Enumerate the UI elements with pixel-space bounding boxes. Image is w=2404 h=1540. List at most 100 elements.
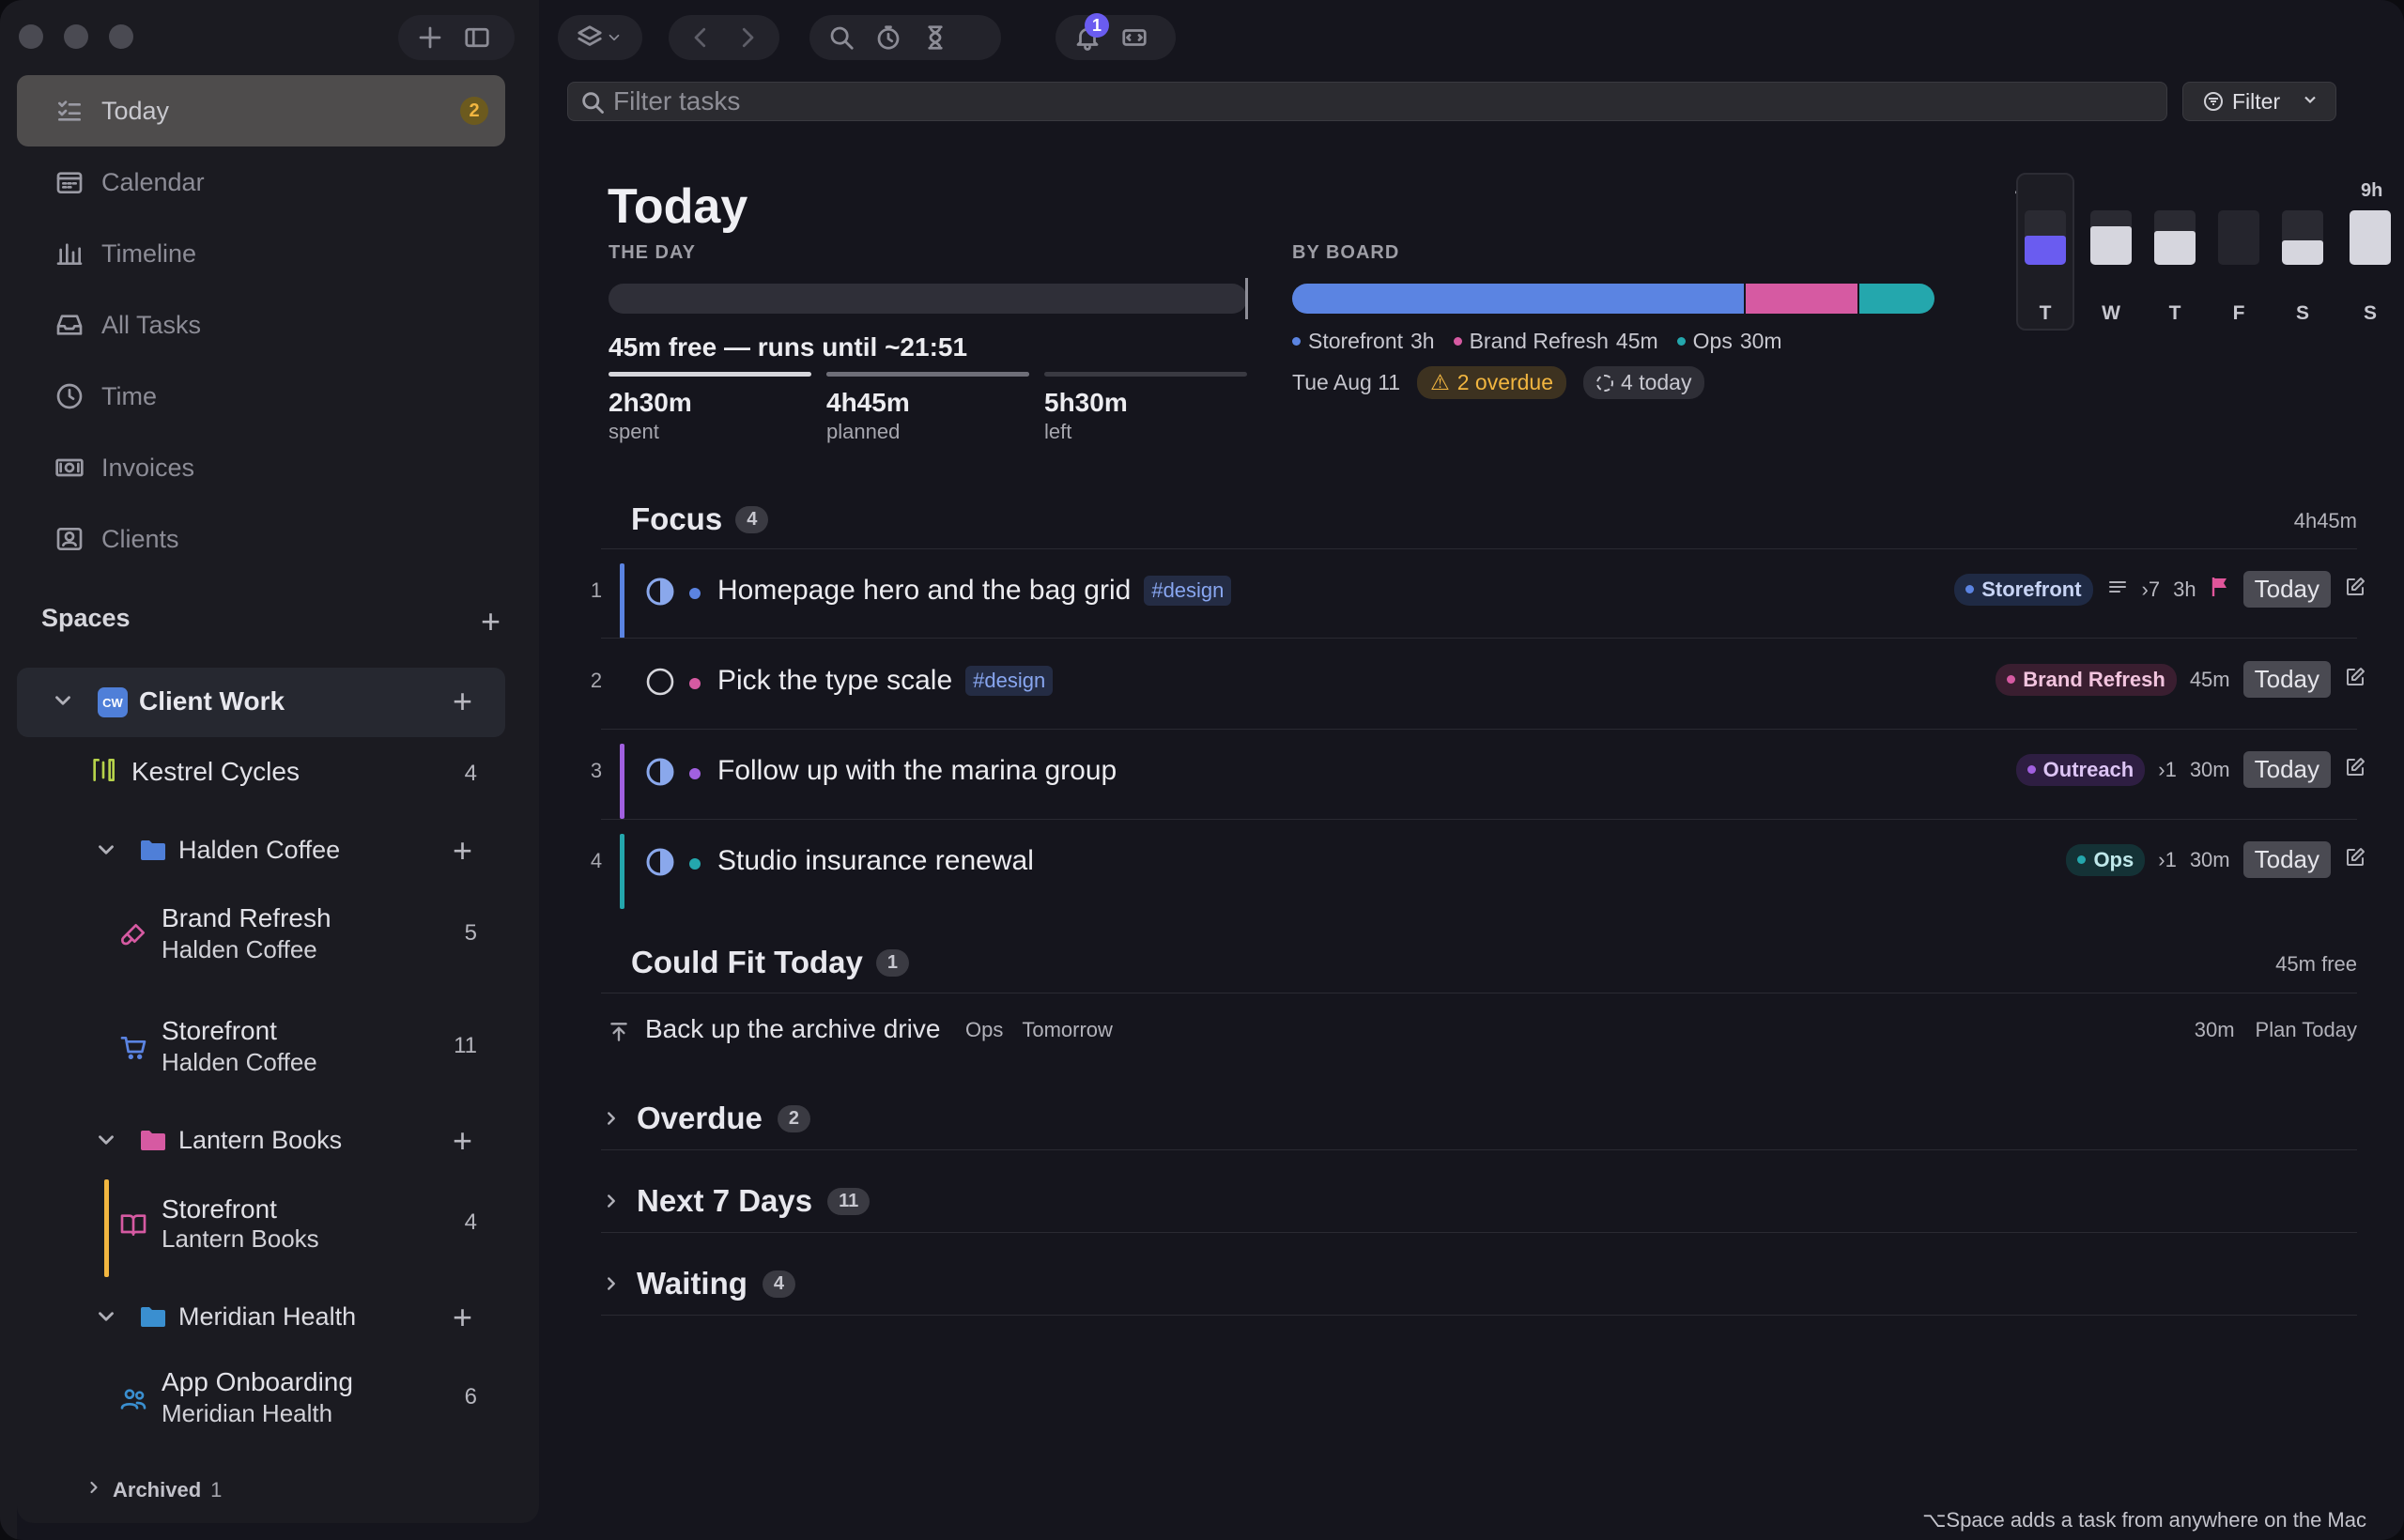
folder-name: Halden Coffee	[178, 836, 341, 864]
search-icon[interactable]	[821, 17, 862, 58]
edit-icon[interactable]	[2344, 576, 2366, 604]
day-load-fill	[2090, 226, 2132, 265]
divider	[601, 819, 2357, 820]
stat-label: left	[1044, 420, 1072, 443]
task-title[interactable]: Studio insurance renewal	[717, 845, 1034, 877]
board-chip[interactable]: Brand Refresh	[1996, 663, 2177, 696]
chevron-right-icon[interactable]	[85, 1478, 103, 1502]
next-7-days-section[interactable]: Next 7 Days 11	[601, 1183, 871, 1219]
sidebar-item-storefront-lantern[interactable]: Storefront Lantern Books 4	[17, 1179, 505, 1277]
waiting-section[interactable]: Waiting 4	[601, 1266, 796, 1301]
week-max-label: 9h	[2361, 180, 2383, 201]
hourglass-icon[interactable]	[915, 17, 956, 58]
open-book-icon	[118, 1209, 148, 1240]
task-row[interactable]: 2 Pick the type scale #design Brand Refre…	[582, 640, 2366, 729]
add-project-button[interactable]: +	[453, 685, 472, 718]
sidebar-item-calendar[interactable]: Calendar	[17, 146, 505, 218]
close-window-button[interactable]	[19, 24, 43, 49]
sidebar-item-kestrel-cycles[interactable]: Kestrel Cycles 4	[17, 751, 505, 793]
half-progress-circle-icon[interactable]	[645, 757, 675, 787]
half-progress-circle-icon[interactable]	[645, 847, 675, 877]
task-row[interactable]: 4 Studio insurance renewal Ops ›1 30m To…	[582, 821, 2366, 909]
sidebar-item-brand-refresh[interactable]: Brand Refresh Halden Coffee 5	[17, 901, 505, 967]
section-count: 11	[827, 1187, 871, 1215]
could-fit-task-row[interactable]: Back up the archive drive Ops Tomorrow 30…	[601, 1014, 2357, 1052]
when-button[interactable]: Today	[2242, 751, 2331, 788]
edit-icon[interactable]	[2344, 846, 2366, 874]
task-duration: 3h	[2173, 577, 2196, 601]
sidebar-item-app-onboarding[interactable]: App Onboarding Meridian Health 6	[17, 1365, 505, 1431]
day-load-bar	[2025, 210, 2066, 265]
sidebar-item-invoices[interactable]: Invoices	[17, 432, 505, 503]
sidebar-item-label: Invoices	[101, 453, 195, 482]
add-project-button[interactable]: +	[453, 834, 472, 868]
plan-today-button[interactable]: Plan Today	[2256, 1018, 2357, 1042]
chevron-down-icon[interactable]	[94, 1304, 118, 1333]
minimize-window-button[interactable]	[64, 24, 88, 49]
add-project-button[interactable]: +	[453, 1301, 472, 1334]
sidebar-item-label: Timeline	[101, 239, 197, 268]
overdue-section[interactable]: Overdue 2	[601, 1101, 811, 1136]
sidebar-item-all-tasks[interactable]: All Tasks	[17, 289, 505, 361]
forward-chevron-icon[interactable]	[727, 17, 768, 58]
day-progress-bar	[609, 284, 1247, 314]
chevron-down-icon[interactable]	[94, 838, 118, 867]
folder-halden-coffee[interactable]: Halden Coffee +	[17, 828, 505, 875]
date-row: Tue Aug 11 ⚠ 2 overdue 4 today	[1292, 366, 1705, 399]
task-tag[interactable]: #design	[1144, 576, 1232, 606]
when-button[interactable]: Today	[2242, 841, 2331, 878]
task-tag[interactable]: #design	[965, 666, 1054, 696]
edit-icon[interactable]	[2344, 756, 2366, 784]
day-letter: F	[2232, 302, 2245, 324]
when-button[interactable]: Today	[2242, 661, 2331, 698]
chevron-right-icon	[601, 1266, 622, 1301]
space-client-work[interactable]: CW Client Work +	[17, 668, 505, 737]
timer-icon[interactable]	[868, 17, 909, 58]
sidebar-item-label: Calendar	[101, 167, 205, 196]
board-chip-label: Outreach	[2042, 757, 2134, 781]
board-chip[interactable]: Ops	[2066, 843, 2146, 876]
arrow-to-top-icon[interactable]	[607, 1020, 631, 1051]
sidebar-item-clients[interactable]: Clients	[17, 503, 505, 575]
chevron-down-icon[interactable]	[94, 1128, 118, 1157]
flag-icon[interactable]	[2210, 576, 2230, 604]
folder-meridian-health[interactable]: Meridian Health +	[17, 1295, 505, 1342]
quick-add-hint: ⌥Space adds a task from anywhere on the …	[1922, 1508, 2366, 1532]
edit-icon[interactable]	[2344, 666, 2366, 694]
task-meta: Storefront ›7 3h Today	[1954, 571, 2366, 608]
sidebar-item-today[interactable]: Today 2	[17, 75, 505, 146]
add-space-button[interactable]: +	[481, 605, 501, 639]
board-legend: Storefront 3h Brand Refresh 45m Ops 30m	[1292, 329, 1782, 354]
chevron-down-icon[interactable]	[605, 17, 624, 58]
day-letter: W	[2102, 302, 2120, 324]
archived-section[interactable]: Archived 1	[90, 1478, 222, 1502]
task-title[interactable]: Follow up with the marina group	[717, 755, 1117, 787]
when-button[interactable]: Today	[2242, 571, 2331, 608]
today-pill[interactable]: 4 today	[1583, 366, 1705, 399]
task-row[interactable]: 1 Homepage hero and the bag grid #design …	[582, 550, 2366, 639]
filter-tasks-input[interactable]: Filter tasks	[567, 82, 2167, 121]
folder-lantern-books[interactable]: Lantern Books +	[17, 1118, 505, 1165]
empty-circle-icon[interactable]	[645, 667, 675, 697]
tray-icon	[54, 310, 85, 340]
task-row[interactable]: 3 Follow up with the marina group Outrea…	[582, 731, 2366, 819]
filter-button[interactable]: Filter	[2182, 82, 2336, 121]
sidebar-item-time[interactable]: Time	[17, 361, 505, 432]
task-title[interactable]: Homepage hero and the bag grid #design	[717, 575, 1232, 607]
back-chevron-icon[interactable]	[680, 17, 721, 58]
week-load-chart: 4h45m 9h TWTFSS	[2010, 173, 2391, 331]
chevron-right-icon	[601, 1183, 622, 1219]
add-project-button[interactable]: +	[453, 1124, 472, 1158]
overdue-pill[interactable]: ⚠ 2 overdue	[1417, 366, 1567, 399]
half-progress-circle-icon[interactable]	[645, 577, 675, 607]
zoom-window-button[interactable]	[109, 24, 133, 49]
chevron-down-icon[interactable]	[51, 688, 75, 717]
sidebar-toggle-icon[interactable]	[456, 17, 498, 58]
task-title[interactable]: Pick the type scale #design	[717, 665, 1054, 697]
board-chip[interactable]: Storefront	[1954, 573, 2093, 606]
sync-arrows-icon[interactable]	[1114, 17, 1155, 58]
board-chip[interactable]: Outreach	[2015, 753, 2146, 786]
sidebar-item-storefront-halden[interactable]: Storefront Halden Coffee 11	[17, 1014, 505, 1080]
add-icon[interactable]	[409, 17, 451, 58]
sidebar-item-timeline[interactable]: Timeline	[17, 218, 505, 289]
